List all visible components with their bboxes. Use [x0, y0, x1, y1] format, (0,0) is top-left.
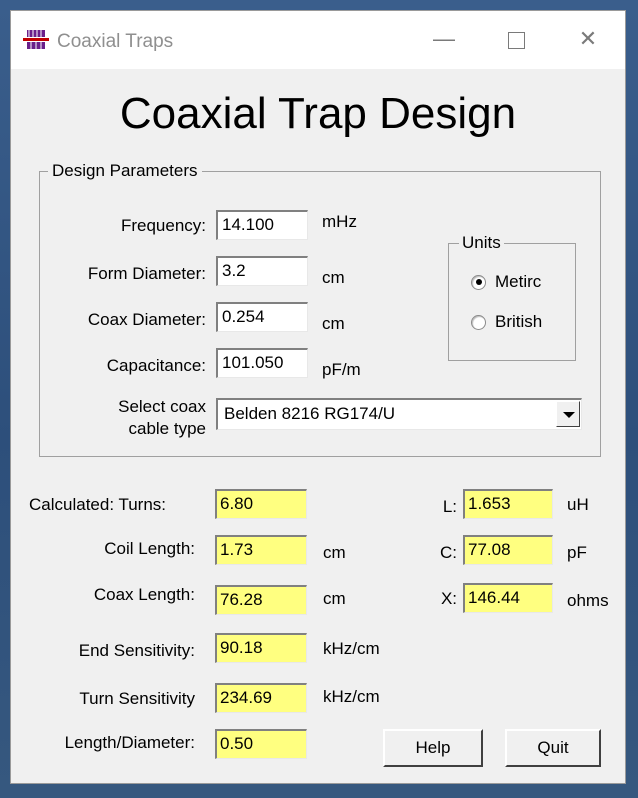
coax-diameter-label: Coax Diameter:	[87, 310, 206, 329]
coax-diameter-input[interactable]: 0.254	[216, 302, 308, 332]
frequency-label: Frequency:	[120, 216, 206, 235]
inductance-output: 1.653	[463, 489, 553, 519]
maximize-button[interactable]	[487, 19, 545, 59]
reactance-unit: ohms	[567, 591, 609, 610]
maximize-icon	[507, 31, 525, 49]
quit-button[interactable]: Quit	[505, 729, 601, 767]
turn-sensitivity-label: Turn Sensitivity	[79, 689, 195, 708]
capacitance-result-label: C:	[440, 543, 457, 562]
units-group: Units Metirc British	[448, 233, 576, 361]
coaxial-traps-window: Coaxial Traps — ✕ Coaxial Trap Design De…	[10, 10, 626, 784]
length-diameter-label: Length/Diameter:	[64, 733, 195, 752]
help-button[interactable]: Help	[383, 729, 483, 767]
turns-label: Calculated: Turns:	[29, 495, 167, 514]
end-sensitivity-unit: kHz/cm	[323, 639, 380, 658]
cable-type-label-line2: cable type	[128, 419, 207, 438]
cable-type-selected: Belden 8216 RG174/U	[224, 404, 396, 423]
frequency-unit: mHz	[322, 212, 357, 231]
design-parameters-legend: Design Parameters	[48, 161, 202, 181]
reactance-output: 146.44	[463, 583, 553, 613]
minimize-icon: —	[433, 26, 455, 51]
capacitance-result-output: 77.08	[463, 535, 553, 565]
close-icon: ✕	[578, 26, 598, 51]
app-icon	[23, 30, 49, 49]
reactance-label: X:	[440, 589, 457, 608]
radio-selected-icon[interactable]	[471, 274, 486, 290]
window-title: Coaxial Traps	[57, 31, 174, 52]
cable-type-label-line1: Select coax	[118, 397, 206, 416]
units-radio-british[interactable]: British	[471, 312, 542, 332]
coax-length-unit: cm	[323, 589, 346, 608]
length-diameter-output: 0.50	[215, 729, 307, 759]
inductance-label: L:	[442, 497, 457, 516]
capacitance-result-unit: pF	[567, 543, 587, 562]
capacitance-input[interactable]: 101.050	[216, 348, 308, 378]
units-radio-metric[interactable]: Metirc	[471, 272, 541, 292]
inductance-unit: uH	[567, 495, 589, 514]
coax-length-label: Coax Length:	[93, 585, 195, 604]
cable-type-select[interactable]: Belden 8216 RG174/U	[216, 398, 582, 430]
units-option-british-label: British	[495, 312, 543, 331]
coil-length-unit: cm	[323, 543, 346, 562]
coax-diameter-unit: cm	[322, 314, 345, 333]
end-sensitivity-output: 90.18	[215, 633, 307, 663]
coax-length-output: 76.28	[215, 585, 307, 615]
radio-unselected-icon[interactable]	[471, 314, 486, 330]
end-sensitivity-label: End Sensitivity:	[78, 641, 195, 660]
design-parameters-group: Design Parameters Frequency: 14.100 mHz …	[39, 161, 601, 457]
coil-length-label: Coil Length:	[104, 539, 195, 558]
form-diameter-input[interactable]: 3.2	[216, 256, 308, 286]
close-button[interactable]: ✕	[559, 19, 617, 59]
title-bar[interactable]: Coaxial Traps — ✕	[11, 11, 625, 69]
minimize-button[interactable]: —	[415, 19, 473, 59]
form-diameter-label: Form Diameter:	[87, 264, 206, 283]
capacitance-unit: pF/m	[322, 360, 361, 379]
chevron-down-icon[interactable]	[556, 401, 580, 427]
units-option-metric-label: Metirc	[495, 272, 542, 291]
capacitance-label: Capacitance:	[106, 356, 206, 375]
coil-length-output: 1.73	[215, 535, 307, 565]
turn-sensitivity-output: 234.69	[215, 683, 307, 713]
frequency-input[interactable]: 14.100	[216, 210, 308, 240]
units-legend: Units	[459, 233, 504, 253]
page-title: Coaxial Trap Design	[119, 89, 517, 138]
turn-sensitivity-unit: kHz/cm	[323, 687, 380, 706]
form-diameter-unit: cm	[322, 268, 345, 287]
turns-output: 6.80	[215, 489, 307, 519]
